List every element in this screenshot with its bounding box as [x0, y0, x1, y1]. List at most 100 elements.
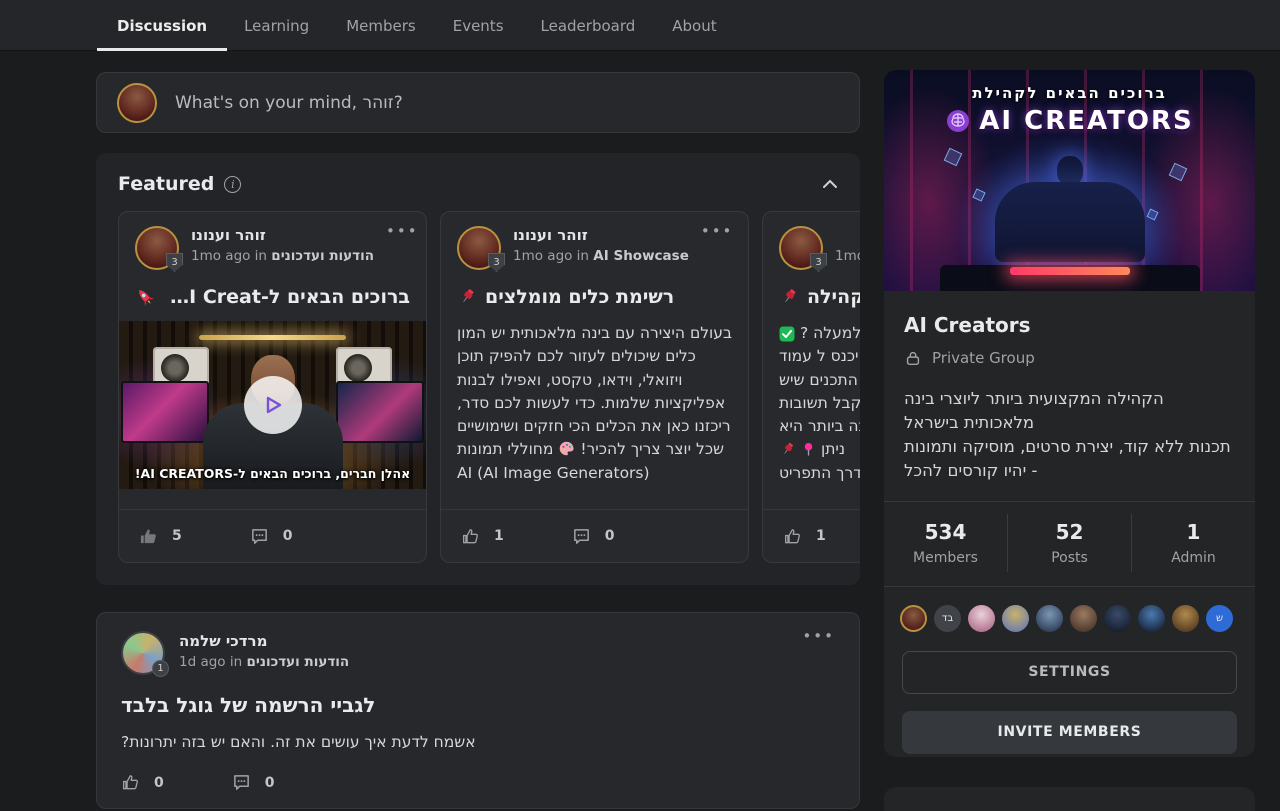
featured-cards-row: 3 זוהר וענונו 1mo ago in הודעות ועדכונים…	[118, 211, 838, 563]
post-category[interactable]: הודעות ועדכונים	[246, 654, 349, 670]
member-avatar[interactable]: ש	[1206, 605, 1233, 632]
member-avatar[interactable]	[1138, 605, 1165, 632]
avatar[interactable]: 3	[457, 226, 501, 270]
leaderboard-card: Leaderboard (30-days)	[884, 787, 1255, 811]
tab-discussion[interactable]: Discussion	[115, 0, 209, 51]
member-avatar[interactable]	[1002, 605, 1029, 632]
body-line: דרך התפריט	[779, 462, 860, 485]
community-name: AI Creators	[904, 313, 1235, 337]
level-badge: 1	[152, 660, 169, 677]
like-count: 0	[154, 775, 164, 791]
stat-label: Members	[884, 550, 1007, 566]
info-icon[interactable]: i	[224, 176, 241, 193]
post-age: 1d ago in	[179, 654, 242, 670]
post-title[interactable]: קהילה	[763, 286, 860, 308]
pushpin-icon	[779, 441, 796, 458]
settings-button[interactable]: SETTINGS	[902, 651, 1237, 694]
post-title[interactable]: ברוכים הבאים ל-AI Creat...	[119, 286, 426, 308]
feed-post[interactable]: 1 מרדכי שלמה 1d ago in הודעות ועדכונים •…	[96, 612, 860, 809]
post-meta: 1d ago in הודעות ועדכונים	[179, 654, 349, 670]
nav-tabs: Discussion Learning Members Events Leade…	[115, 0, 719, 51]
avatar[interactable]: 3	[135, 226, 179, 270]
banner-welcome-text: ברוכים הבאים לקהילת	[884, 84, 1255, 102]
tab-about[interactable]: About	[670, 0, 718, 51]
lock-icon	[904, 349, 922, 367]
composer-prompt[interactable]: What's on your mind, זוהר?	[175, 93, 403, 113]
feed-column: What's on your mind, זוהר? Featured i 3 …	[96, 51, 860, 809]
level-badge: 3	[488, 253, 505, 272]
post-author[interactable]: זוהר וענונו	[835, 226, 860, 244]
tab-members[interactable]: Members	[344, 0, 418, 51]
post-category[interactable]: AI Showcase	[593, 248, 689, 264]
chevron-up-icon[interactable]	[822, 179, 838, 189]
kebab-menu-icon[interactable]: •••	[802, 631, 835, 675]
community-sidebar: ברוכים הבאים לקהילת AI CREATORS AI Creat…	[884, 70, 1255, 811]
comment-button[interactable]	[250, 527, 269, 546]
brain-icon	[945, 108, 971, 134]
stat-posts[interactable]: 52 Posts	[1007, 514, 1131, 572]
featured-card-community[interactable]: 3 זוהר וענונו 1mo ago in הודעות ועדכונים…	[762, 211, 860, 563]
member-avatar[interactable]	[1104, 605, 1131, 632]
post-title[interactable]: לגביי הרשמה של גוגל בלבד	[121, 693, 835, 717]
stat-admins[interactable]: 1 Admin	[1131, 514, 1255, 572]
avatar[interactable]	[117, 83, 157, 123]
post-title-text: רשימת כלים מומלצים	[485, 286, 674, 308]
like-button[interactable]	[783, 527, 802, 546]
post-author[interactable]: זוהר וענונו	[191, 226, 374, 244]
banner-title-text: AI CREATORS	[979, 106, 1193, 136]
post-author[interactable]: זוהר וענונו	[513, 226, 689, 244]
post-category[interactable]: הודעות ועדכונים	[271, 248, 374, 264]
post-title-text: ברוכים הבאים ל-AI Creat...	[163, 286, 410, 308]
kebab-menu-icon[interactable]: •••	[701, 226, 734, 270]
avatar[interactable]: 3	[779, 226, 823, 270]
video-thumbnail[interactable]: אהלן חברים, ברוכים הבאים ל-AI CREATORS!	[119, 321, 426, 489]
level-badge: 3	[810, 253, 827, 272]
post-title-text: קהילה	[807, 286, 860, 308]
member-avatar[interactable]	[900, 605, 927, 632]
featured-card-welcome[interactable]: 3 זוהר וענונו 1mo ago in הודעות ועדכונים…	[118, 211, 427, 563]
post-composer[interactable]: What's on your mind, זוהר?	[96, 72, 860, 133]
post-author[interactable]: מרדכי שלמה	[179, 632, 267, 650]
comment-button[interactable]	[232, 773, 251, 792]
pushpin-icon	[457, 287, 477, 307]
stat-members[interactable]: 534 Members	[884, 514, 1007, 572]
community-banner[interactable]: ברוכים הבאים לקהילת AI CREATORS	[884, 70, 1255, 291]
post-meta: 1mo ago in AI Showcase	[513, 248, 689, 264]
kebab-menu-icon[interactable]: •••	[386, 226, 419, 270]
tab-events[interactable]: Events	[451, 0, 506, 51]
pushpin-icon	[779, 287, 799, 307]
featured-section: Featured i 3 זוהר וענונו 1mo ago in הודע…	[96, 153, 860, 585]
member-avatar[interactable]	[1036, 605, 1063, 632]
play-button[interactable]	[244, 376, 302, 434]
featured-card-tools[interactable]: 3 זוהר וענונו 1mo ago in AI Showcase •••…	[440, 211, 749, 563]
tab-learning[interactable]: Learning	[242, 0, 311, 51]
tab-leaderboard[interactable]: Leaderboard	[539, 0, 638, 51]
banner-title: AI CREATORS	[884, 106, 1255, 136]
body-line: היכנס ל עמוד	[779, 345, 860, 368]
post-title[interactable]: רשימת כלים מומלצים	[441, 286, 748, 308]
post-age: 1mo ago in	[191, 248, 267, 264]
light-bar	[199, 335, 346, 340]
post-age: 1mo ago in	[835, 248, 860, 264]
invite-members-button[interactable]: INVITE MEMBERS	[902, 711, 1237, 754]
avatar[interactable]: 1	[121, 631, 165, 675]
member-avatar[interactable]	[1172, 605, 1199, 632]
stat-value: 52	[1008, 520, 1131, 544]
like-button[interactable]	[121, 773, 140, 792]
stat-value: 534	[884, 520, 1007, 544]
body-line: קבל תשובות	[779, 392, 860, 415]
post-body-text: בעולם היצירה עם בינה מלאכותית יש המון כל…	[457, 324, 732, 458]
palette-icon	[558, 440, 575, 457]
member-avatar[interactable]	[968, 605, 995, 632]
comment-button[interactable]	[572, 527, 591, 546]
like-button[interactable]	[139, 527, 158, 546]
member-avatar[interactable]: בד	[934, 605, 961, 632]
post-age: 1mo ago in	[513, 248, 589, 264]
community-description: הקהילה המקצועית ביותר ליוצרי בינה מלאכות…	[904, 387, 1235, 483]
member-avatar[interactable]	[1070, 605, 1097, 632]
description-line: תכנות ללא קוד, יצירת סרטים, מוסיקה ותמונ…	[904, 435, 1235, 483]
body-line: התכנים שיש	[779, 369, 858, 392]
like-button[interactable]	[461, 527, 480, 546]
comment-count: 0	[605, 528, 615, 544]
stat-value: 1	[1132, 520, 1255, 544]
